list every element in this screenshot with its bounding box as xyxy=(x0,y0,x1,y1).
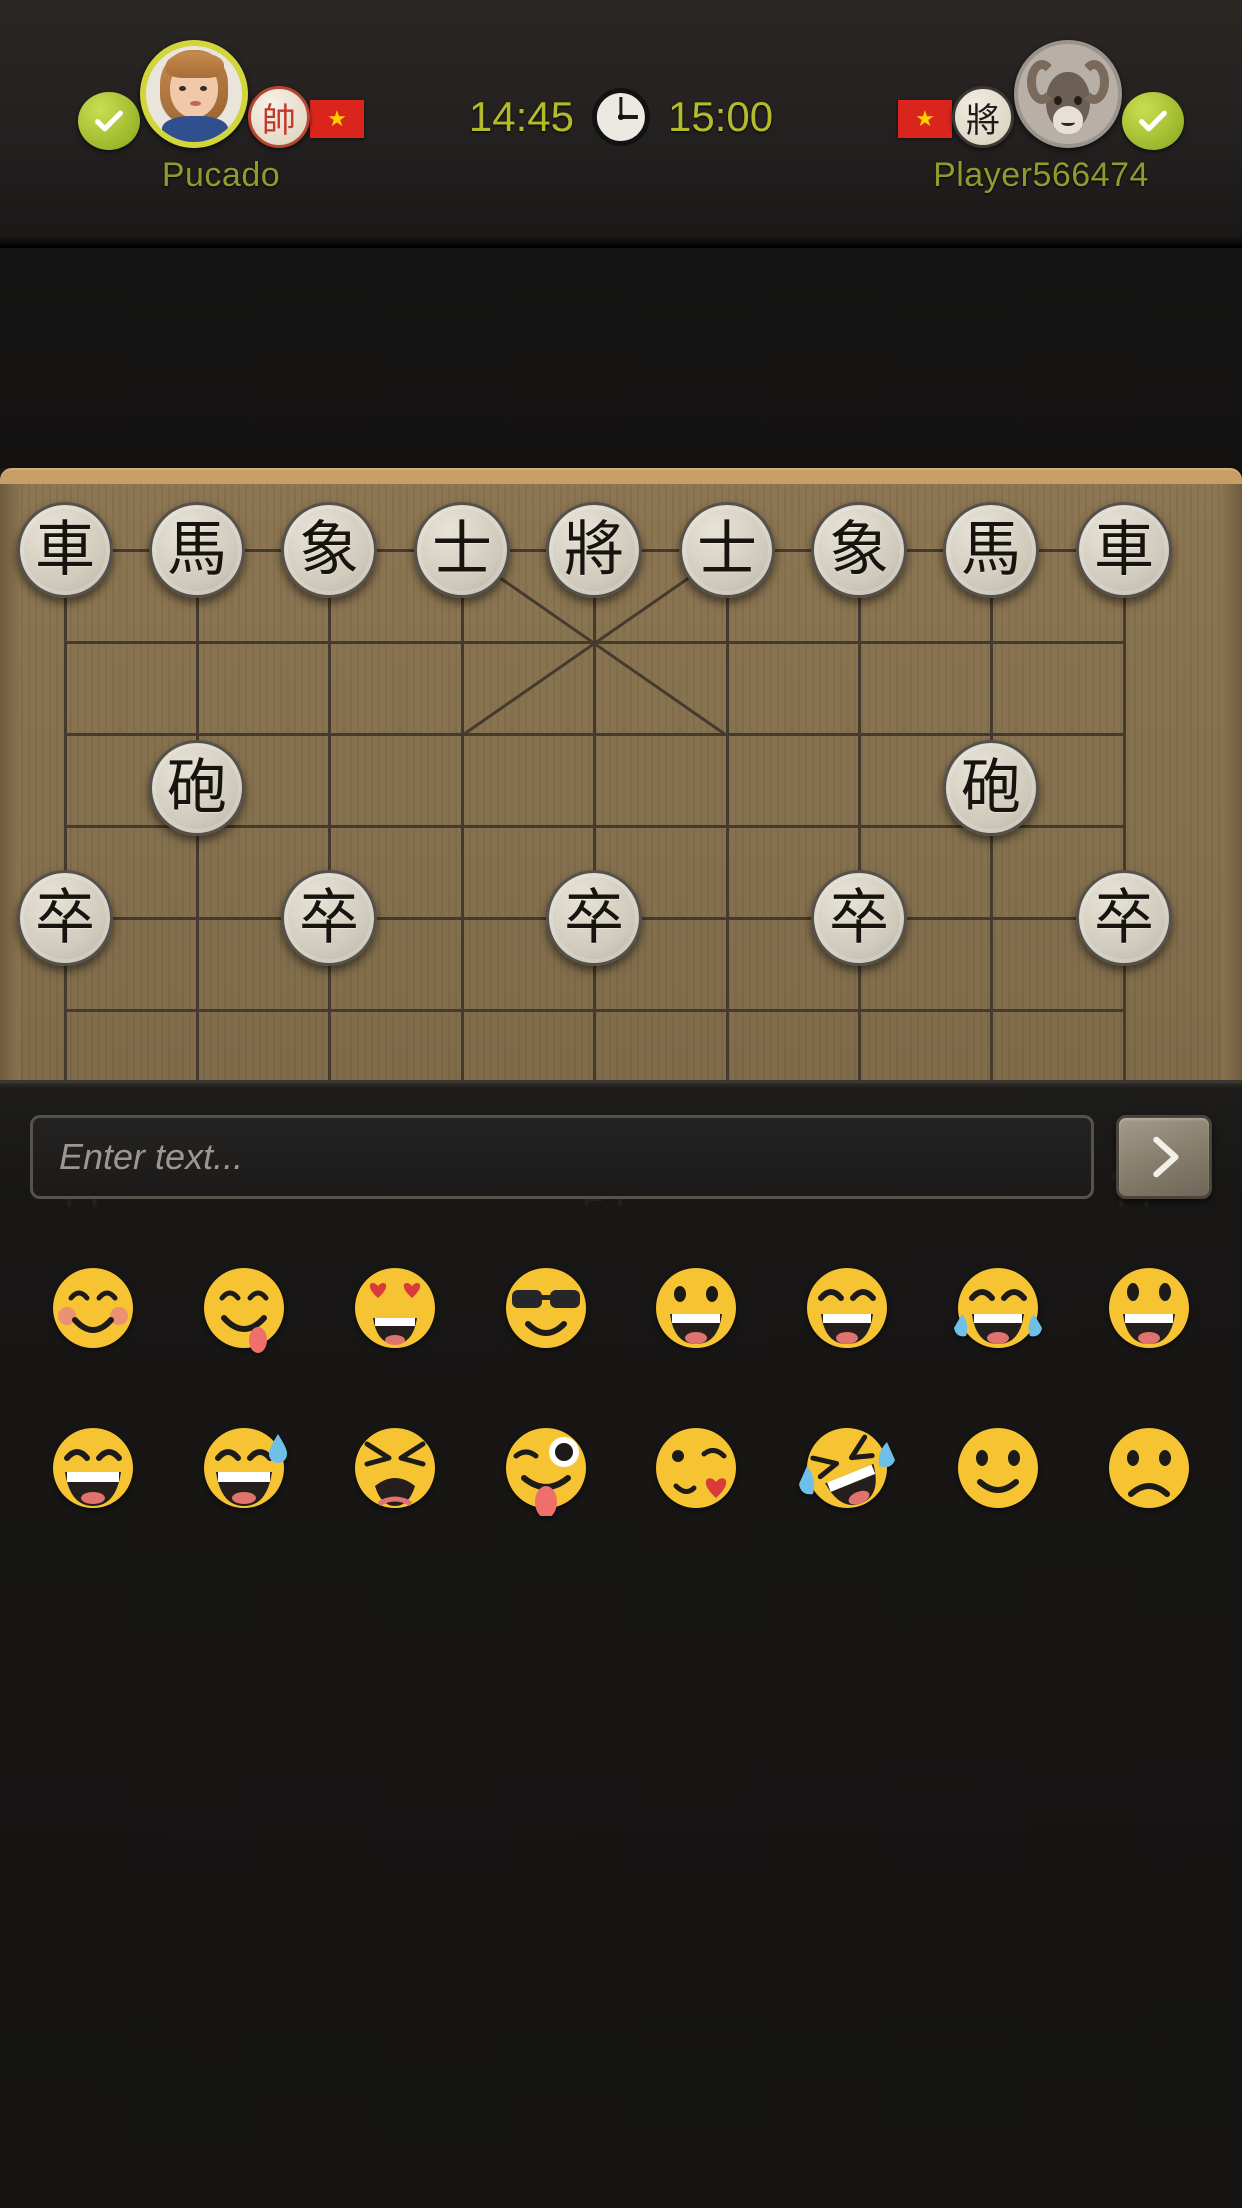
avatar-ram-horn-left xyxy=(1027,60,1057,104)
avatar-fringe xyxy=(166,52,224,78)
left-player-block[interactable]: 帥 ★ Pucado xyxy=(78,34,364,195)
slight-smile-emoji[interactable] xyxy=(948,1416,1048,1531)
background-area xyxy=(0,248,1242,468)
kiss-heart-emoji[interactable] xyxy=(646,1416,746,1531)
yum-tongue-emoji[interactable] xyxy=(194,1256,294,1371)
avatar-shirt xyxy=(162,116,228,142)
board-file-line xyxy=(1122,550,1126,1088)
xiangqi-board[interactable]: 車馬象士將士象馬車砲砲卒卒卒卒卒 xyxy=(0,468,1242,1088)
chevron-right-icon xyxy=(1153,1136,1179,1178)
avatar-ram-horn-right xyxy=(1079,60,1109,104)
heart-eyes-emoji[interactable] xyxy=(345,1256,445,1371)
board-piece-cannon[interactable]: 砲 xyxy=(943,740,1039,836)
grinning-emoji[interactable] xyxy=(646,1256,746,1371)
zany-wink-tongue-emoji[interactable] xyxy=(496,1416,596,1531)
right-player-ready-check-icon xyxy=(1122,92,1184,150)
avatar-ram-nose xyxy=(1061,119,1075,126)
game-clock: 14:45 15:00 xyxy=(469,88,773,146)
board-file-line xyxy=(593,550,597,1088)
blush-smile-emoji[interactable] xyxy=(43,1256,143,1371)
board-piece-horse[interactable]: 馬 xyxy=(943,502,1039,598)
board-piece-cannon[interactable]: 砲 xyxy=(149,740,245,836)
sweat-smile-emoji[interactable] xyxy=(194,1416,294,1531)
emoji-picker-grid[interactable] xyxy=(18,1233,1224,1553)
laughing-emoji[interactable] xyxy=(43,1416,143,1531)
send-message-button[interactable] xyxy=(1116,1115,1212,1199)
board-piece-elephant[interactable]: 象 xyxy=(811,502,907,598)
open-grin-emoji[interactable] xyxy=(1099,1256,1199,1371)
right-player-name: Player566474 xyxy=(933,156,1149,194)
player-header-bar: 帥 ★ Pucado 14:45 15:00 ★ 將 Player566474 xyxy=(0,0,1242,248)
avatar-eye-right xyxy=(200,86,207,91)
clock-icon xyxy=(592,88,650,146)
left-player-ready-check-icon xyxy=(78,92,140,150)
board-piece-advisor[interactable]: 士 xyxy=(679,502,775,598)
board-file-line xyxy=(725,550,729,1088)
left-player-avatar[interactable] xyxy=(140,40,248,148)
board-piece-soldier[interactable]: 卒 xyxy=(546,870,642,966)
avatar-ram-eye-right xyxy=(1074,96,1082,105)
board-piece-chariot[interactable]: 車 xyxy=(17,502,113,598)
left-player-vietnam-flag-icon: ★ xyxy=(310,100,364,138)
xiangqi-game-screen: 帥 ★ Pucado 14:45 15:00 ★ 將 Player566474 … xyxy=(0,0,1242,2208)
board-file-line xyxy=(460,550,464,1088)
chat-panel: 俥 帥 俥 xyxy=(0,1080,1242,2208)
flag-star-glyph: ★ xyxy=(915,106,935,131)
board-file-line xyxy=(63,550,67,1088)
right-player-vietnam-flag-icon: ★ xyxy=(898,100,952,138)
board-piece-elephant[interactable]: 象 xyxy=(281,502,377,598)
smiling-eyes-grin-emoji[interactable] xyxy=(797,1256,897,1371)
right-player-time: 15:00 xyxy=(668,93,774,140)
sunglasses-emoji[interactable] xyxy=(496,1256,596,1371)
board-rank-line xyxy=(65,732,1125,736)
board-file-line xyxy=(328,550,332,1088)
right-player-block[interactable]: ★ 將 Player566474 xyxy=(898,34,1184,195)
chat-text-input[interactable] xyxy=(30,1115,1094,1199)
board-piece-soldier[interactable]: 卒 xyxy=(811,870,907,966)
avatar-eye-left xyxy=(179,86,186,91)
board-piece-soldier[interactable]: 卒 xyxy=(1076,870,1172,966)
weary-emoji[interactable] xyxy=(345,1416,445,1531)
avatar-ram-eye-left xyxy=(1054,96,1062,105)
avatar-lips xyxy=(190,101,201,106)
board-piece-chariot[interactable]: 車 xyxy=(1076,502,1172,598)
left-player-side-piece: 帥 xyxy=(248,86,310,148)
tears-of-joy-emoji[interactable] xyxy=(948,1256,1048,1371)
left-player-name: Pucado xyxy=(161,156,281,194)
board-piece-advisor[interactable]: 士 xyxy=(414,502,510,598)
frown-emoji[interactable] xyxy=(1099,1416,1199,1531)
right-player-avatar[interactable] xyxy=(1014,40,1122,148)
board-file-line xyxy=(857,550,861,1088)
chat-input-row[interactable] xyxy=(30,1111,1212,1203)
board-piece-soldier[interactable]: 卒 xyxy=(17,870,113,966)
rofl-emoji[interactable] xyxy=(797,1416,897,1531)
right-player-side-piece: 將 xyxy=(952,86,1014,148)
board-edge-left xyxy=(0,484,20,1088)
board-piece-general[interactable]: 將 xyxy=(546,502,642,598)
left-player-time: 14:45 xyxy=(468,93,574,140)
board-surface: 車馬象士將士象馬車砲砲卒卒卒卒卒 xyxy=(0,468,1242,1088)
board-piece-soldier[interactable]: 卒 xyxy=(281,870,377,966)
board-piece-horse[interactable]: 馬 xyxy=(149,502,245,598)
board-edge-right xyxy=(1222,484,1242,1088)
board-rank-line xyxy=(65,1008,1125,1012)
flag-star-glyph: ★ xyxy=(327,106,347,131)
